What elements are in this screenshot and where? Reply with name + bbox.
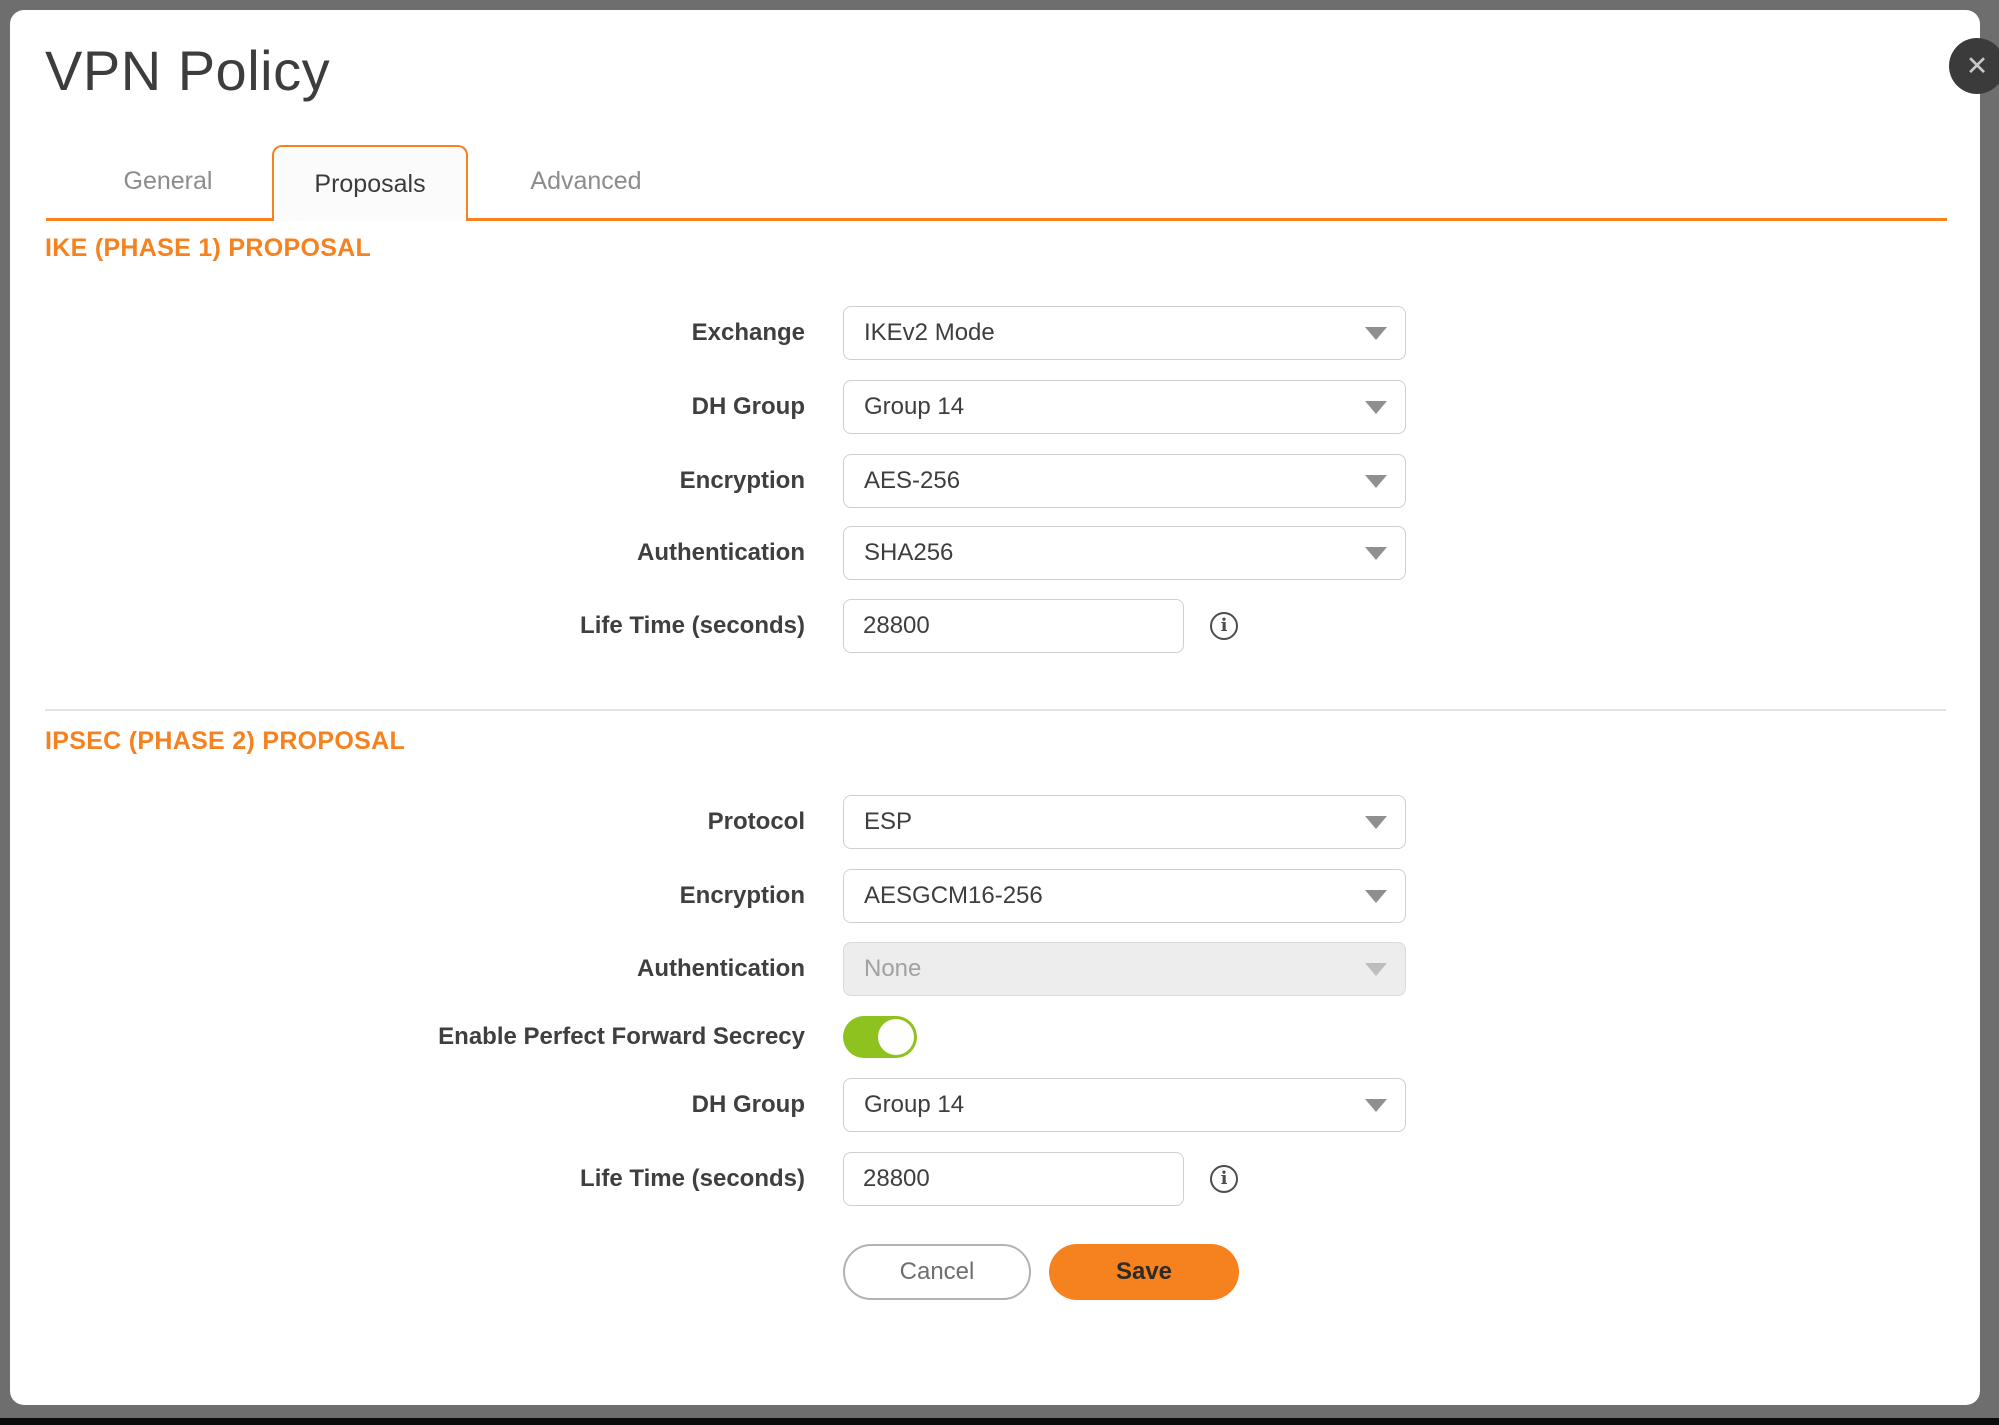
close-icon: ✕ [1966, 51, 1989, 82]
authentication-row: Authentication SHA256 [10, 526, 1430, 580]
ike-phase1-heading: IKE (PHASE 1) PROPOSAL [45, 235, 371, 261]
encryption-row: Encryption AES-256 [10, 454, 1430, 508]
ipsec-life-time-label: Life Time (seconds) [10, 1165, 805, 1193]
encryption-value: AES-256 [864, 467, 960, 495]
exchange-dropdown[interactable]: IKEv2 Mode [843, 306, 1406, 360]
ipsec-encryption-label: Encryption [10, 882, 805, 910]
ipsec-authentication-value: None [864, 955, 921, 983]
exchange-label: Exchange [10, 319, 805, 347]
exchange-value: IKEv2 Mode [864, 319, 995, 347]
info-icon[interactable]: i [1210, 1165, 1238, 1193]
protocol-row: Protocol ESP [10, 795, 1430, 849]
encryption-label: Encryption [10, 467, 805, 495]
authentication-label: Authentication [10, 539, 805, 567]
save-button[interactable]: Save [1049, 1244, 1239, 1300]
section-divider [45, 709, 1946, 711]
ipsec-life-time-row: Life Time (seconds) i [10, 1152, 1430, 1206]
ipsec-encryption-dropdown[interactable]: AESGCM16-256 [843, 869, 1406, 923]
vpn-policy-dialog: VPN Policy ✕ General Proposals Advanced … [10, 10, 1980, 1405]
life-time-label: Life Time (seconds) [10, 612, 805, 640]
dh-group-value: Group 14 [864, 393, 964, 421]
ipsec-phase2-heading: IPSEC (PHASE 2) PROPOSAL [45, 728, 405, 754]
tab-general[interactable]: General [93, 145, 243, 218]
toggle-knob [878, 1019, 914, 1055]
ipsec-encryption-value: AESGCM16-256 [864, 882, 1043, 910]
ipsec-authentication-dropdown: None [843, 942, 1406, 996]
close-button[interactable]: ✕ [1949, 38, 1999, 94]
ipsec-dh-group-label: DH Group [10, 1091, 805, 1119]
dh-group-row: DH Group Group 14 [10, 380, 1430, 434]
ipsec-dh-group-value: Group 14 [864, 1091, 964, 1119]
ipsec-life-time-input[interactable] [843, 1152, 1184, 1206]
life-time-input[interactable] [843, 599, 1184, 653]
protocol-dropdown[interactable]: ESP [843, 795, 1406, 849]
dh-group-label: DH Group [10, 393, 805, 421]
cancel-button[interactable]: Cancel [843, 1244, 1031, 1300]
bottom-frame-strip [0, 1418, 1999, 1425]
authentication-value: SHA256 [864, 539, 953, 567]
protocol-value: ESP [864, 808, 912, 836]
pfs-toggle[interactable] [843, 1016, 917, 1058]
ipsec-dh-group-row: DH Group Group 14 [10, 1078, 1430, 1132]
ipsec-dh-group-dropdown[interactable]: Group 14 [843, 1078, 1406, 1132]
dh-group-dropdown[interactable]: Group 14 [843, 380, 1406, 434]
pfs-label: Enable Perfect Forward Secrecy [10, 1023, 805, 1051]
tab-bar: General Proposals Advanced [46, 145, 1947, 221]
ipsec-authentication-row: Authentication None [10, 942, 1430, 996]
page-title: VPN Policy [45, 40, 330, 102]
pfs-row: Enable Perfect Forward Secrecy [10, 1010, 1430, 1064]
ipsec-authentication-label: Authentication [10, 955, 805, 983]
tab-advanced[interactable]: Advanced [511, 145, 661, 218]
authentication-dropdown[interactable]: SHA256 [843, 526, 1406, 580]
encryption-dropdown[interactable]: AES-256 [843, 454, 1406, 508]
protocol-label: Protocol [10, 808, 805, 836]
tab-proposals[interactable]: Proposals [272, 145, 468, 221]
ipsec-encryption-row: Encryption AESGCM16-256 [10, 869, 1430, 923]
life-time-row: Life Time (seconds) i [10, 599, 1430, 653]
exchange-row: Exchange IKEv2 Mode [10, 306, 1430, 360]
info-icon[interactable]: i [1210, 612, 1238, 640]
